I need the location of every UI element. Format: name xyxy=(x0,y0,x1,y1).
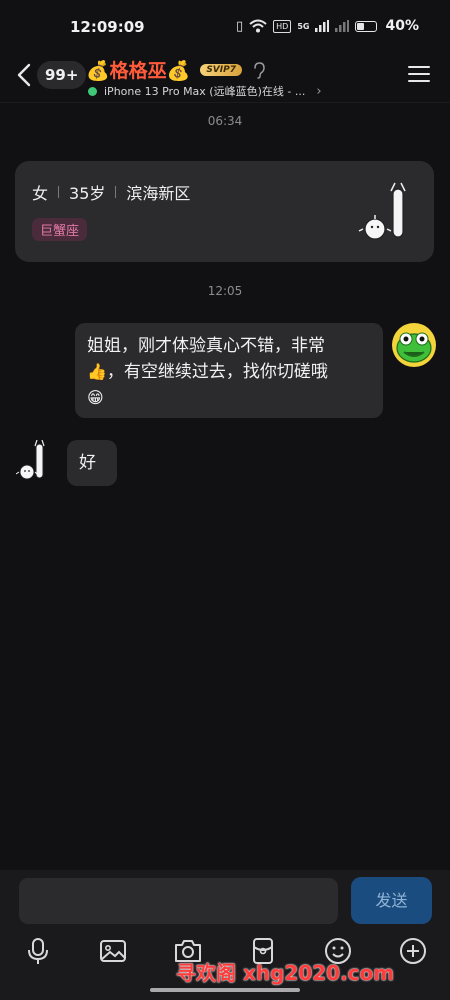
message-input[interactable] xyxy=(19,878,338,924)
microphone-icon[interactable] xyxy=(23,936,53,966)
svip-badge[interactable]: SVIP7 xyxy=(200,63,242,76)
chat-header: 99+ 💰格格巫💰 SVIP7 iPhone 13 Pro Max (远峰蓝色)… xyxy=(0,52,450,102)
profile-gender: 女 xyxy=(32,184,49,203)
battery-percent: 40% xyxy=(385,18,419,34)
image-icon[interactable] xyxy=(98,936,128,966)
signal-icon-2 xyxy=(335,20,350,32)
hd-icon: HD xyxy=(273,19,292,33)
outgoing-message-bubble[interactable]: 姐姐，刚才体验真心不错，非常 👍，有空继续过去，找你切磋哦 😁 xyxy=(75,323,383,418)
device-status: iPhone 13 Pro Max (远峰蓝色)在线 - ... xyxy=(104,85,306,98)
separator xyxy=(58,186,60,198)
profile-location: 滨海新区 xyxy=(126,184,191,203)
timestamp: 06:34 xyxy=(207,114,243,128)
status-bar: 12:09:09 ▯ HD 5G 40% xyxy=(0,0,450,52)
unread-count-badge[interactable]: 99+ xyxy=(37,61,87,89)
menu-icon[interactable] xyxy=(408,65,430,83)
send-button[interactable]: 发送 xyxy=(351,877,432,924)
message-text: 好 xyxy=(79,453,96,473)
status-time: 12:09:09 xyxy=(70,18,145,36)
wifi-icon xyxy=(249,19,267,33)
ear-icon[interactable] xyxy=(252,61,266,79)
contact-name[interactable]: 💰格格巫💰 xyxy=(86,56,190,83)
zodiac-tag: 巨蟹座 xyxy=(32,218,88,241)
back-arrow-icon[interactable] xyxy=(14,60,36,90)
message-text: 姐姐，刚才体验真心不错，非常 xyxy=(87,336,325,356)
home-indicator[interactable] xyxy=(150,988,300,992)
profile-age: 35岁 xyxy=(69,184,106,203)
watermark: 寻欢阁 xhg2020.com xyxy=(176,961,395,985)
profile-card[interactable]: 女 35岁 滨海新区 巨蟹座 xyxy=(15,161,434,262)
self-avatar[interactable] xyxy=(391,322,437,368)
title-row[interactable]: 💰格格巫💰 SVIP7 xyxy=(86,56,266,83)
plus-icon[interactable] xyxy=(398,936,428,966)
incoming-message-bubble[interactable]: 好 xyxy=(67,440,117,486)
status-icons: ▯ HD 5G 40% xyxy=(236,18,419,34)
online-status-row[interactable]: iPhone 13 Pro Max (远峰蓝色)在线 - ... › xyxy=(88,83,322,99)
thumbs-up-emoji: 👍 xyxy=(87,362,107,381)
contact-avatar[interactable] xyxy=(16,440,52,482)
timestamp: 12:05 xyxy=(207,284,243,298)
profile-info: 女 35岁 滨海新区 xyxy=(32,180,190,204)
separator xyxy=(115,186,117,198)
input-bar: 发送 寻欢阁 xhg2020.com xyxy=(0,870,450,1000)
vibrate-icon: ▯ xyxy=(236,18,244,34)
network-label: 5G xyxy=(297,21,310,31)
online-dot xyxy=(88,86,97,96)
battery-icon xyxy=(355,20,378,32)
chevron-right-icon: › xyxy=(316,83,322,99)
grin-emoji: 😁 xyxy=(87,388,104,407)
cartoon-avatar-icon xyxy=(358,182,406,240)
message-text: ，有空继续过去，找你切磋哦 xyxy=(106,362,328,382)
battery-fill xyxy=(357,22,365,30)
signal-icon xyxy=(315,20,330,32)
header-divider xyxy=(0,102,450,103)
